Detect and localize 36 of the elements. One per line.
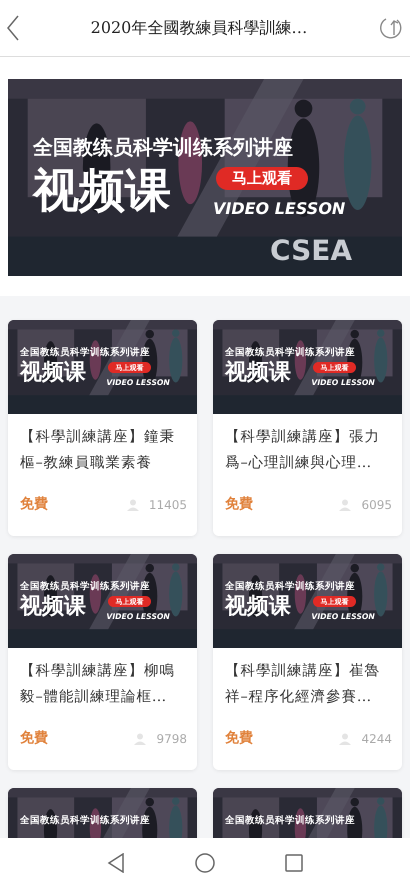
- course-title: 【科學訓練講座】柳鳴毅–體能訓練理論框…: [19, 662, 176, 707]
- recents-nav-icon[interactable]: [285, 854, 303, 872]
- person-icon: [339, 498, 352, 510]
- banner-heading: 全国教练员科学训练系列讲座: [20, 348, 150, 358]
- banner-title: 视频课: [20, 362, 86, 384]
- banner-heading: 全国教练员科学训练系列讲座: [225, 348, 355, 358]
- watch-now-badge: 马上观看: [216, 167, 308, 190]
- person-icon: [339, 732, 352, 744]
- view-count: 9798: [156, 730, 187, 748]
- page-title: 2020年全國教練員科學訓練…: [90, 17, 308, 39]
- view-count: 4244: [361, 730, 392, 748]
- banner-heading: 全国教练员科学训练系列讲座: [20, 582, 150, 592]
- price-label: 免費: [20, 495, 48, 514]
- banner-heading: 全国教练员科学训练系列讲座: [20, 816, 150, 826]
- banner-subtitle: VIDEO LESSON: [213, 201, 346, 217]
- banner-title: 视频课: [33, 167, 171, 213]
- banner-heading: 全国教练员科学训练系列讲座: [225, 582, 355, 592]
- price-label: 免費: [20, 729, 48, 748]
- course-title: 【科學訓練講座】鐘秉樞–教練員職業素養: [19, 428, 176, 473]
- banner-title: 视频课: [225, 596, 291, 618]
- banner-heading: 全国教练员科学训练系列讲座: [225, 816, 355, 826]
- view-count: 6095: [361, 496, 392, 514]
- price-label: 免費: [225, 729, 253, 748]
- course-title: 【科學訓練講座】張力爲–心理訓練與心理…: [224, 428, 381, 473]
- banner-title: 视频课: [20, 596, 86, 618]
- home-nav-icon[interactable]: [195, 852, 215, 872]
- banner-title: 视频课: [225, 362, 291, 384]
- banner-logo: CSEA: [270, 237, 352, 265]
- person-icon: [134, 732, 146, 744]
- person-icon: [126, 498, 139, 510]
- back-nav-icon[interactable]: [107, 852, 125, 872]
- price-label: 免費: [225, 495, 253, 514]
- banner-heading: 全国教练员科学训练系列讲座: [33, 137, 293, 157]
- back-icon[interactable]: [6, 15, 20, 41]
- course-title: 【科學訓練講座】崔魯祥–程序化經濟參賽…: [224, 662, 381, 707]
- view-count: 11405: [148, 496, 187, 514]
